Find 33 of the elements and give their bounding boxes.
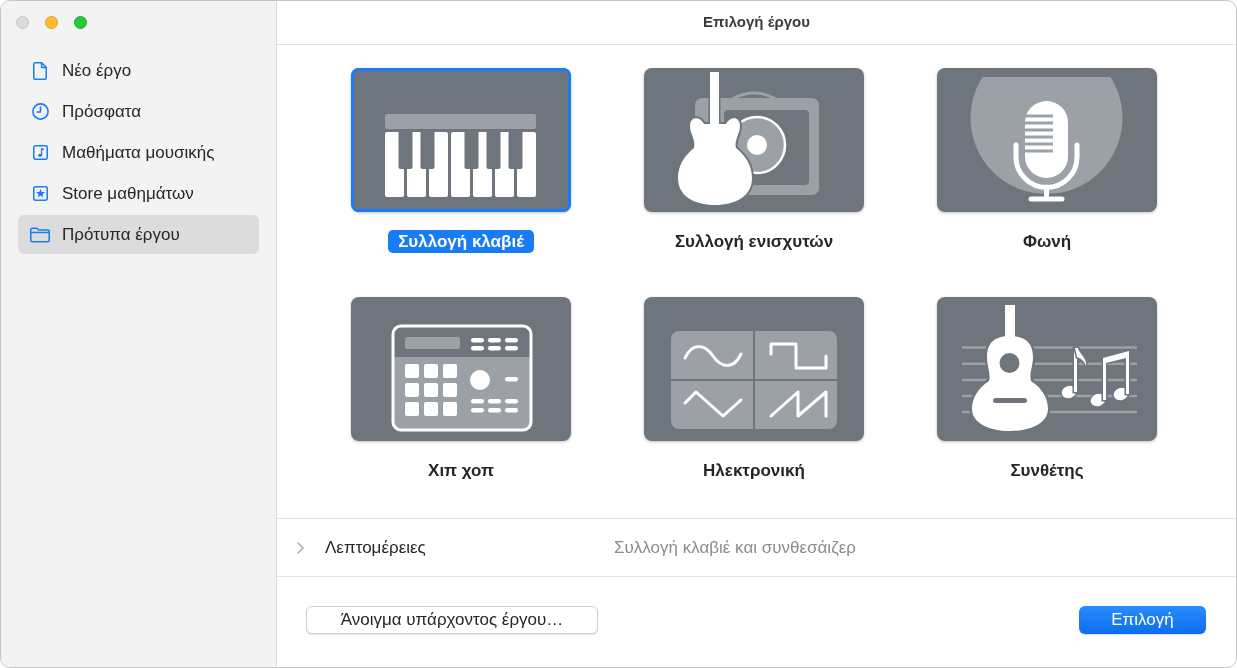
sidebar-item[interactable]: Πρότυπα έργου (18, 215, 259, 254)
details-disclosure[interactable]: Λεπτομέρειες (297, 534, 426, 561)
template-tile[interactable] (937, 297, 1157, 441)
window-title: Επιλογή έργου (703, 12, 810, 33)
template-tile[interactable] (644, 68, 864, 212)
template-label: Χιπ χοπ (427, 460, 495, 482)
drum-machine-icon (391, 323, 533, 432)
details-description: Συλλογή κλαβιέ και συνθεσάιζερ (614, 536, 857, 559)
zoom-button[interactable] (74, 16, 87, 29)
folder-icon (30, 226, 50, 243)
template-label: Ηλεκτρονική (702, 460, 806, 482)
template-tile[interactable] (937, 68, 1157, 212)
star-icon (32, 186, 48, 201)
sidebar-item[interactable]: Πρόσφατα (18, 92, 259, 131)
sidebar-item[interactable]: Store μαθημάτων (18, 174, 259, 213)
document-icon (33, 61, 47, 80)
template-label: Συνθέτης (1009, 460, 1085, 482)
sidebar-item[interactable]: Νέο έργο (18, 51, 259, 90)
piano-keys-icon (385, 113, 536, 197)
waveforms-icon (670, 330, 838, 430)
choose-button[interactable]: Επιλογή (1079, 606, 1206, 634)
clock-icon (31, 103, 49, 120)
sidebar-item[interactable]: Μαθήματα μουσικής (18, 133, 259, 172)
template-tile[interactable] (351, 68, 571, 212)
template-tile[interactable] (644, 297, 864, 441)
template-tile[interactable] (351, 297, 571, 441)
microphone-icon (970, 77, 1123, 203)
template-label: Συλλογή κλαβιέ (388, 230, 534, 253)
guitar-notes-icon (961, 305, 1139, 433)
template-label: Φωνή (1021, 231, 1073, 253)
music-note-icon (32, 145, 48, 160)
template-label: Συλλογή ενισχυτών (673, 231, 835, 253)
open-existing-button[interactable]: Άνοιγμα υπάρχοντος έργου… (306, 606, 598, 634)
